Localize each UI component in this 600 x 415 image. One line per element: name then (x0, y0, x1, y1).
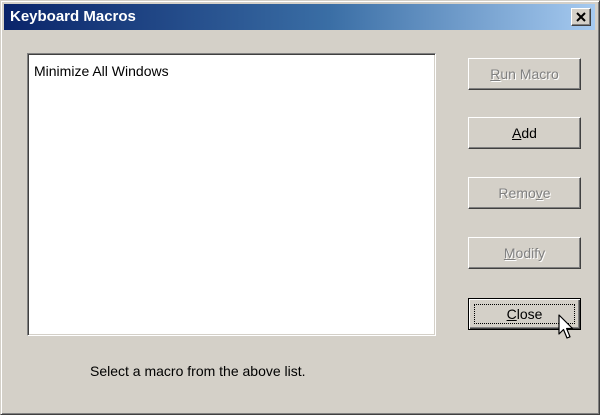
title-close-button[interactable] (571, 8, 591, 26)
remove-label-rest: e (542, 185, 551, 201)
add-button[interactable]: Add (468, 117, 581, 149)
add-accel: A (512, 125, 522, 141)
window-title: Keyboard Macros (10, 8, 136, 25)
title-bar[interactable]: Keyboard Macros (4, 4, 595, 30)
remove-accel: v (535, 185, 543, 201)
close-button[interactable]: Close (468, 298, 581, 330)
status-text: Select a macro from the above list. (90, 363, 306, 379)
modify-accel: M (503, 245, 516, 261)
macro-list[interactable]: Minimize All Windows (27, 53, 436, 336)
run-macro-label-rest: un Macro (500, 66, 559, 82)
close-icon (576, 12, 586, 22)
remove-button[interactable]: Remove (468, 177, 581, 209)
close-label-rest: lose (516, 306, 543, 322)
close-accel: C (506, 306, 517, 322)
list-item[interactable]: Minimize All Windows (34, 63, 169, 79)
run-macro-button[interactable]: Run Macro (468, 58, 581, 90)
add-label-rest: dd (521, 125, 537, 141)
remove-label-pre: Remo (498, 185, 536, 201)
modify-button[interactable]: Modify (468, 237, 581, 269)
modify-label-rest: odify (515, 245, 546, 261)
keyboard-macros-dialog: Keyboard Macros Minimize All Windows Run… (0, 0, 600, 415)
run-macro-accel: R (490, 66, 501, 82)
